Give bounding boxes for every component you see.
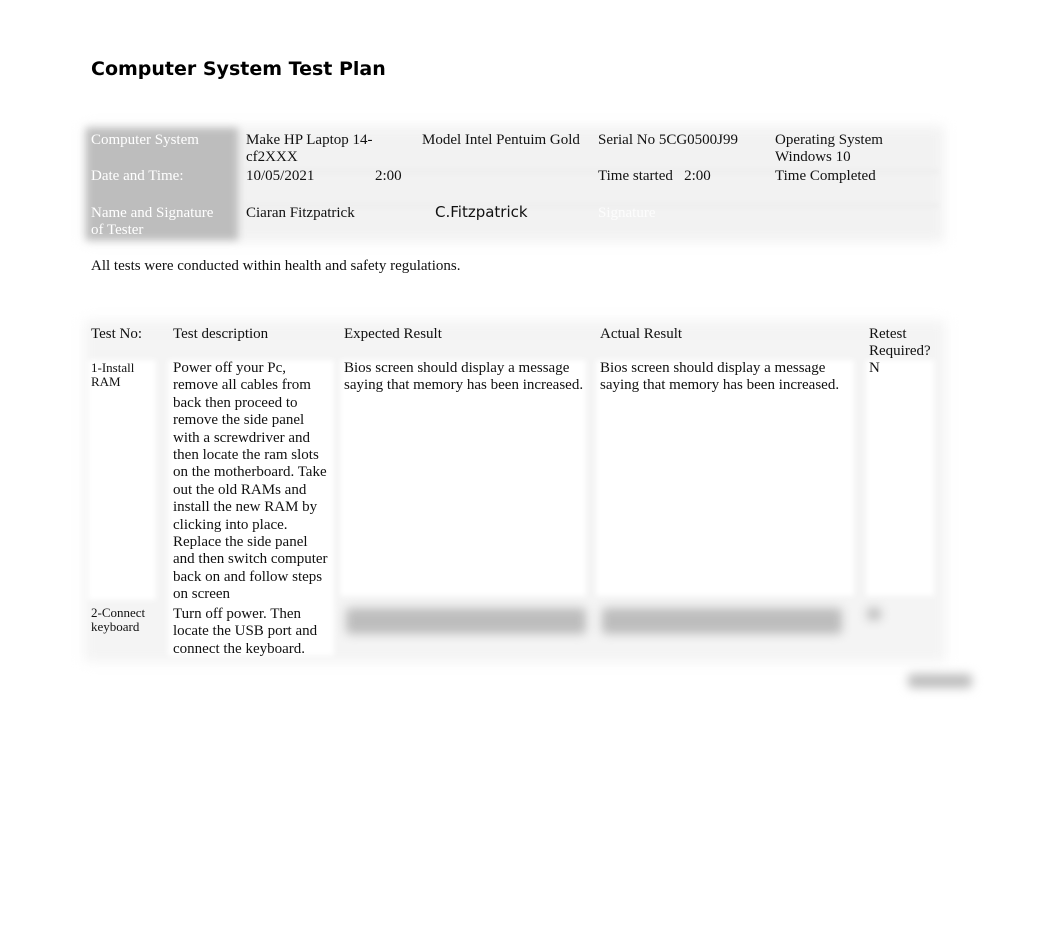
model-value: Model Intel Pentuim Gold: [422, 132, 580, 148]
safety-note: All tests were conducted within health a…: [91, 258, 461, 274]
system-info-table: Computer System Make HP Laptop 14- cf2XX…: [84, 126, 944, 242]
cell-background: [340, 360, 586, 596]
header-description: Test description: [173, 326, 269, 342]
redacted-actual-result: [602, 608, 842, 634]
description-line: connect the keyboard.: [173, 640, 306, 657]
tester-signature: C.Fitzpatrick: [435, 203, 528, 221]
description-line: back on and follow steps: [173, 568, 323, 585]
time-completed-label: Time Completed: [775, 168, 876, 184]
date-time-label: Date and Time:: [91, 168, 184, 184]
row-1-test-no: 1-Install RAM: [91, 361, 134, 389]
redacted-page-number: [908, 674, 972, 688]
os-name: Windows 10: [775, 149, 851, 165]
time-value: 2:00: [375, 168, 402, 184]
header-retest: Retest Required?: [869, 326, 931, 360]
description-line: out the old RAMs and: [173, 481, 307, 498]
description-line: then locate the ram slots: [173, 447, 319, 464]
serial-value: Serial No 5CG0500J99: [598, 132, 738, 148]
header-expected: Expected Result: [344, 326, 442, 342]
header-retest-line-1: Retest: [869, 326, 907, 342]
redacted-expected-result: [346, 608, 586, 634]
description-line: Power off your Pc,: [173, 360, 287, 376]
cell-background: [88, 360, 156, 600]
cell-background: [866, 360, 934, 596]
tester-name: Ciaran Fitzpatrick: [246, 205, 355, 221]
description-line: with a screwdriver and: [173, 429, 311, 446]
test-no-line-1: 2-Connect: [91, 605, 146, 620]
row-2-description: Turn off power. Then locate the USB port…: [173, 606, 317, 658]
row-1-retest: N: [869, 360, 880, 376]
description-line: clicking into place.: [173, 516, 288, 533]
tester-label-line-2: of Tester: [91, 222, 144, 238]
description-line: Replace the side panel: [173, 534, 308, 551]
description-line: Turn off power. Then: [173, 606, 302, 622]
header-retest-line-2: Required?: [869, 343, 931, 359]
description-line: and then switch computer: [173, 551, 328, 568]
time-started: Time started 2:00: [598, 168, 711, 184]
date-value: 10/05/2021: [246, 168, 315, 184]
redacted-retest: [867, 608, 881, 620]
description-line: locate the USB port and: [173, 623, 318, 640]
description-line: install the new RAM by: [173, 499, 318, 516]
header-actual: Actual Result: [600, 326, 683, 342]
description-line: remove the side panel: [173, 412, 305, 429]
tester-label-line-1: Name and Signature: [91, 205, 214, 221]
description-line: on screen: [173, 586, 231, 603]
expected-line: saying that memory has been increased.: [344, 377, 584, 394]
description-line: back then proceed to: [173, 394, 298, 411]
signature-label: Signature: [598, 205, 656, 221]
row-1-description: Power off your Pc, remove all cables fro…: [173, 360, 328, 604]
actual-line: saying that memory has been increased.: [600, 377, 840, 394]
actual-line: Bios screen should display a message: [600, 360, 826, 376]
page-title: Computer System Test Plan: [91, 58, 386, 80]
cell-background: [596, 360, 854, 596]
row-1-expected: Bios screen should display a message say…: [344, 360, 583, 395]
os-value: Operating System Windows 10: [775, 132, 883, 166]
description-line: on the motherboard. Take: [173, 464, 327, 481]
expected-line: Bios screen should display a message: [344, 360, 570, 376]
os-label: Operating System: [775, 132, 883, 148]
computer-system-label: Computer System: [91, 132, 199, 148]
make-line-2: cf2XXX: [246, 149, 298, 165]
header-test-no: Test No:: [91, 326, 143, 342]
tester-label: Name and Signature of Tester: [91, 205, 213, 239]
description-line: remove all cables from: [173, 377, 311, 394]
row-2-test-no: 2-Connect keyboard: [91, 606, 145, 634]
make-value: Make HP Laptop 14- cf2XXX: [246, 132, 373, 166]
make-line-1: Make HP Laptop 14-: [246, 132, 373, 148]
test-no-line-2: keyboard: [91, 619, 140, 634]
test-table: Test No: Test description Expected Resul…: [84, 320, 946, 662]
test-no-line-2: RAM: [91, 374, 121, 389]
test-no-line-1: 1-Install: [91, 360, 135, 375]
row-1-actual: Bios screen should display a message say…: [600, 360, 839, 395]
